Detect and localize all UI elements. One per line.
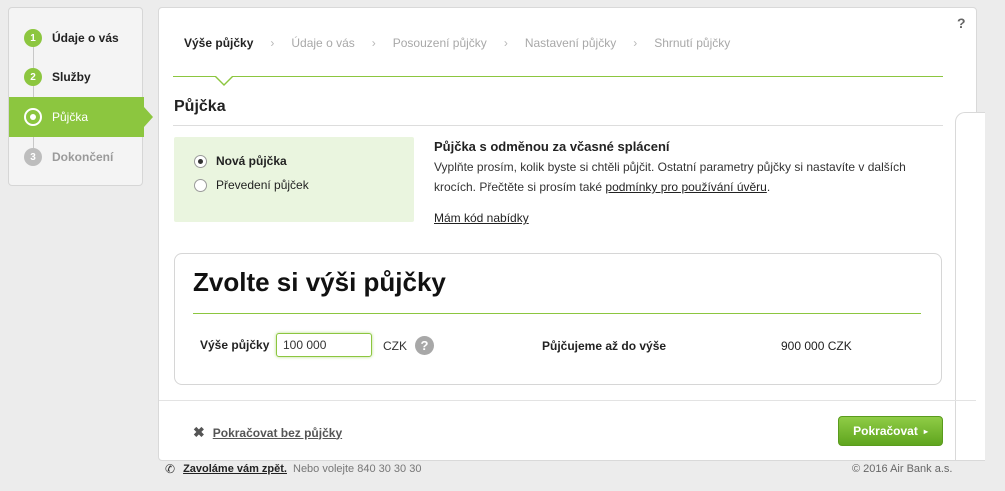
max-amount-label: Půjčujeme až do výše [542,339,667,353]
current-step-pointer [214,75,234,86]
help-icon[interactable]: ? [957,15,966,31]
call-text: Nebo volejte 840 30 30 30 [293,463,422,475]
step-number-badge: 1 [24,29,42,47]
step-posouzeni: Posouzení půjčky [392,36,487,50]
help-icon[interactable]: ? [415,336,434,355]
chevron-right-icon: › [270,36,275,50]
step-udaje-o-vas: Údaje o vás [291,36,355,50]
step-vyse-pujcky[interactable]: Výše půjčky [184,36,253,50]
contact-bar: ✆ Zavoláme vám zpět. Nebo volejte 840 30… [165,462,421,476]
sidebar-item-udaje[interactable]: 1 Údaje o vás [9,18,144,58]
sidebar-item-label: Půjčka [52,110,89,124]
chevron-right-icon: › [371,36,376,50]
radio-label: Převedení půjček [216,178,309,192]
sidebar-item-label: Dokončení [52,150,114,164]
sidebar-item-dokonceni: 3 Dokončení [9,137,144,177]
chevron-right-icon: › [633,36,638,50]
amount-title: Zvolte si výši půjčky [193,267,446,297]
steps-divider [173,76,943,77]
current-step-icon [24,108,42,126]
amount-divider [193,313,921,314]
promo-title: Půjčka s odměnou za včasné splácení [434,139,670,154]
sidebar-item-label: Služby [52,70,91,84]
progress-sidebar: 1 Údaje o vás 2 Služby Půjčka 3 Dokončen… [8,7,153,186]
radio-checked-icon[interactable] [194,154,207,168]
max-amount-value: 900 000 CZK [781,339,852,353]
terms-link[interactable]: podmínky pro používání úvěru [605,180,766,194]
radio-label: Nová půjčka [216,154,287,168]
step-shrnuti: Shrnutí půjčky [654,36,731,50]
promo-text: Vyplňte prosím, kolik byste si chtěli pů… [434,157,934,197]
close-icon: ✖ [193,424,205,440]
step-nastaveni: Nastavení půjčky [524,36,617,50]
radio-transfer[interactable]: Převedení půjček [194,178,309,192]
chevron-right-icon: › [503,36,508,50]
continue-button[interactable]: Pokračovat ▸ [838,416,943,446]
amount-label: Výše půjčky [200,338,270,352]
sidebar-item-label: Údaje o vás [52,31,119,45]
promo-text-end: . [766,180,771,194]
copyright: © 2016 Air Bank a.s. [852,463,953,475]
continue-label: Pokračovat [853,424,918,438]
panel-edge [955,112,985,461]
sidebar-item-sluzby[interactable]: 2 Služby [9,57,144,97]
page-title: Půjčka [174,98,226,115]
sidebar-item-pujcka[interactable]: Půjčka [9,97,153,137]
callback-link[interactable]: Zavoláme vám zpět. [183,463,287,475]
footer-divider [159,400,976,401]
phone-icon: ✆ [165,462,176,476]
offer-code-link[interactable]: Mám kód nabídky [434,211,529,225]
radio-unchecked-icon[interactable] [194,178,207,192]
skip-loan-link[interactable]: ✖ Pokračovat bez půjčky [193,424,342,441]
amount-input[interactable] [276,333,372,357]
step-number-badge: 3 [24,148,42,166]
step-number-badge: 2 [24,68,42,86]
skip-loan-label: Pokračovat bez půjčky [212,425,343,440]
currency-label: CZK [383,339,407,353]
arrow-right-icon: ▸ [923,426,928,436]
radio-new-loan[interactable]: Nová půjčka [194,154,287,168]
step-breadcrumb: Výše půjčky › Údaje o vás › Posouzení pů… [184,36,730,50]
divider [173,125,943,126]
